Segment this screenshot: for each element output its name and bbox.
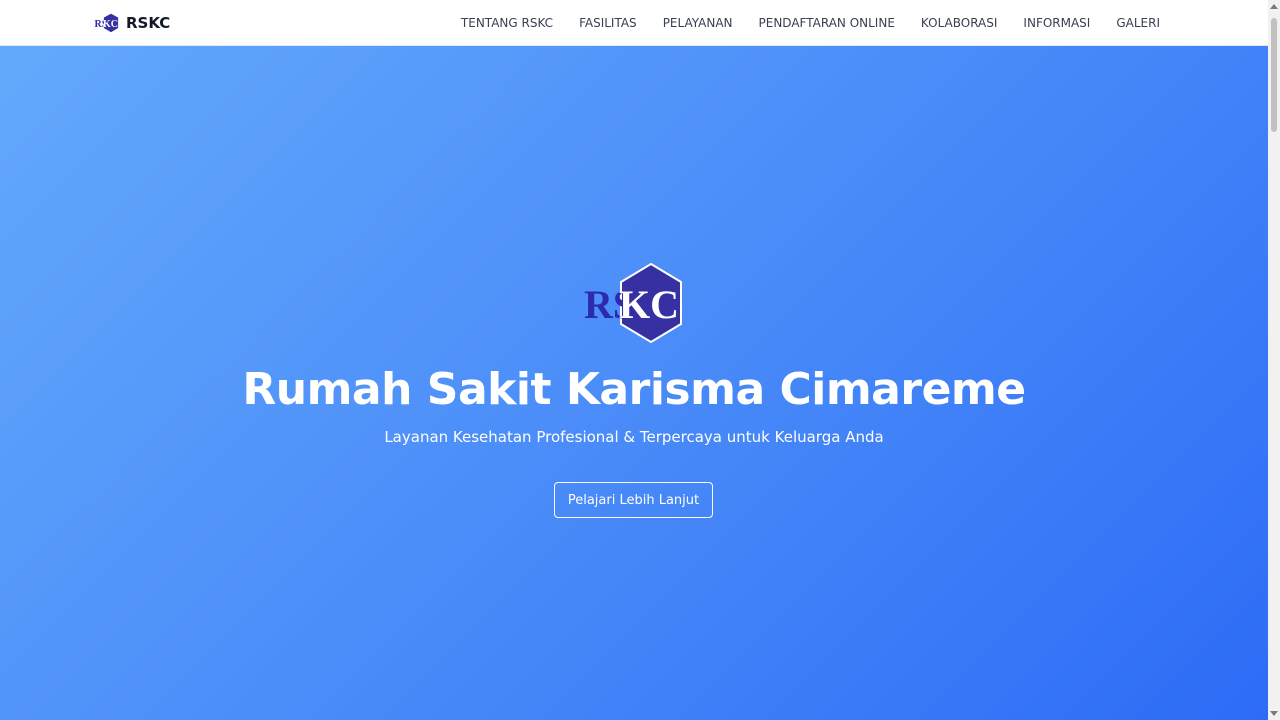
nav-menu: TENTANG RSKC FASILITAS PELAYANAN PENDAFT… [461, 0, 1160, 46]
nav-item-galeri[interactable]: GALERI [1116, 16, 1160, 30]
top-navbar: RS KC RSKC TENTANG RSKC FASILITAS PELAYA… [0, 0, 1268, 46]
hero-logo-icon: RS KC [584, 262, 682, 344]
learn-more-button[interactable]: Pelajari Lebih Lanjut [554, 482, 713, 518]
nav-item-pelayanan[interactable]: PELAYANAN [663, 16, 733, 30]
vertical-scrollbar[interactable] [1268, 0, 1280, 720]
svg-text:KC: KC [103, 19, 118, 30]
nav-item-fasilitas[interactable]: FASILITAS [579, 16, 637, 30]
brand-name: RSKC [126, 14, 171, 32]
scrollbar-thumb[interactable] [1271, 18, 1277, 132]
nav-item-tentang-rskc[interactable]: TENTANG RSKC [461, 16, 553, 30]
brand-link[interactable]: RS KC RSKC [94, 12, 170, 34]
nav-item-informasi[interactable]: INFORMASI [1023, 16, 1090, 30]
rskc-logo-icon: RS KC [95, 12, 119, 34]
nav-item-pendaftaran-online[interactable]: PENDAFTARAN ONLINE [759, 16, 895, 30]
hero-title: Rumah Sakit Karisma Cimareme [242, 364, 1026, 415]
svg-text:KC: KC [619, 282, 679, 327]
nav-item-kolaborasi[interactable]: KOLABORASI [921, 16, 998, 30]
hero-section: RS KC Rumah Sakit Karisma Cimareme Layan… [0, 46, 1268, 720]
scroll-up-arrow-icon[interactable] [1270, 4, 1278, 9]
hero-subtitle: Layanan Kesehatan Profesional & Terperca… [384, 428, 884, 446]
scroll-down-arrow-icon[interactable] [1270, 711, 1278, 716]
